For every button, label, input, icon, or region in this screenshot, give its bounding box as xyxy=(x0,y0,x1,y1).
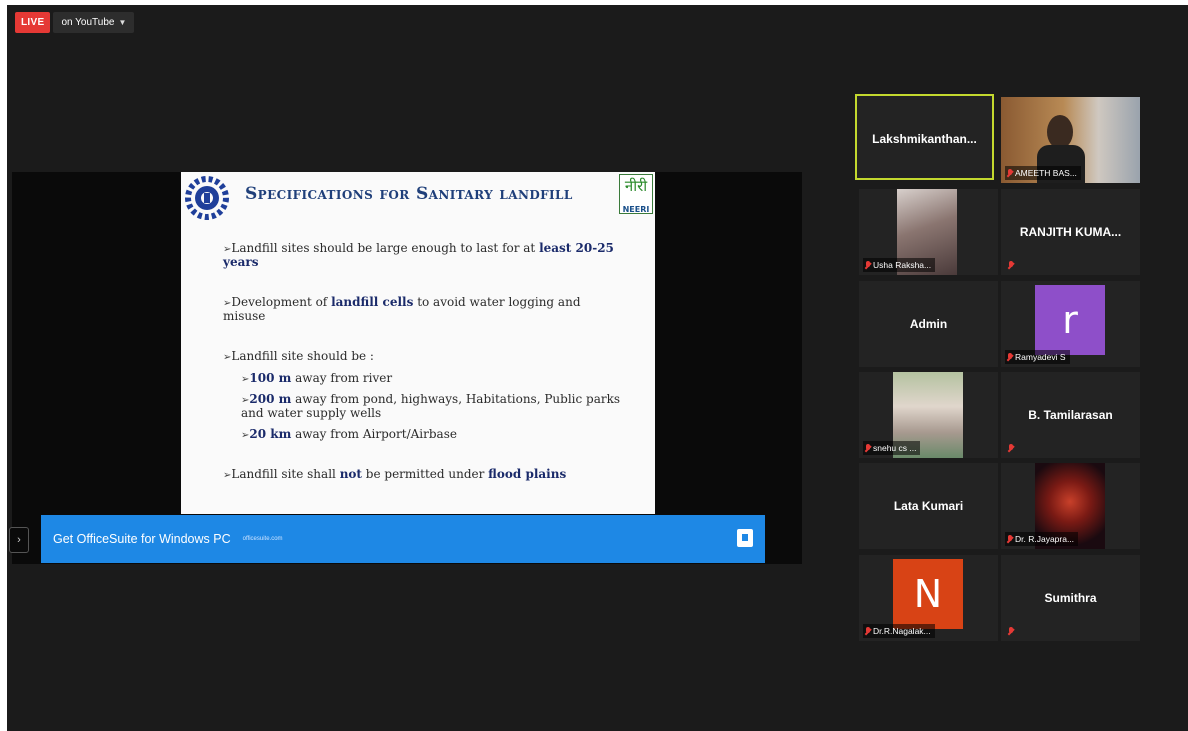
slide-bullet: ➢Development of landfill cells to avoid … xyxy=(223,295,581,323)
slide-header: Specifications for Sanitary landfill नीर… xyxy=(181,172,655,220)
neeri-logo-hindi: नीरी xyxy=(624,177,648,195)
participant-tile[interactable]: AMEETH BAS... xyxy=(1001,97,1140,183)
participant-label: Ramyadevi S xyxy=(1005,350,1070,364)
participant-name: RANJITH KUMA... xyxy=(1019,225,1122,239)
live-destination-label: on YouTube xyxy=(61,17,115,28)
participant-name: AMEETH BAS... xyxy=(1015,168,1077,178)
presentation-slide: Specifications for Sanitary landfill नीर… xyxy=(181,172,655,514)
participant-label: Usha Raksha... xyxy=(863,258,936,272)
download-icon[interactable] xyxy=(737,529,753,547)
slide-bullet: ➢Landfill site shall not be permitted un… xyxy=(223,467,567,482)
participant-tile[interactable]: Dr. R.Jayapra... xyxy=(1001,463,1140,549)
muted-mic-icon xyxy=(1008,627,1014,636)
participant-label: Dr. R.Jayapra... xyxy=(1005,532,1079,546)
participant-tile[interactable]: RANJITH KUMA... xyxy=(1001,189,1140,275)
participant-name: Sumithra xyxy=(1044,591,1097,605)
participant-tile[interactable]: snehu cs ... xyxy=(859,372,998,458)
ad-banner[interactable]: Get OfficeSuite for Windows PC officesui… xyxy=(41,515,765,563)
live-destination-dropdown[interactable]: on YouTube ▼ xyxy=(53,12,135,33)
participant-tile[interactable]: r Ramyadevi S xyxy=(1001,281,1140,367)
slide-bullet: ➢Landfill site should be : xyxy=(223,349,374,364)
participant-label: snehu cs ... xyxy=(863,441,921,455)
participant-tile[interactable]: B. Tamilarasan xyxy=(1001,372,1140,458)
participant-name: Lakshmikanthan... xyxy=(872,132,977,146)
participant-tile[interactable]: Admin xyxy=(859,281,998,367)
ad-domain: officesuite.com xyxy=(242,536,283,542)
live-badge: LIVE xyxy=(15,12,51,33)
participant-name: snehu cs ... xyxy=(873,443,917,453)
muted-mic-icon xyxy=(1008,444,1014,453)
muted-mic-icon xyxy=(1007,534,1013,544)
csir-emblem-icon xyxy=(185,176,229,220)
participant-tile[interactable]: Lakshmikanthan... xyxy=(855,94,994,180)
caret-down-icon: ▼ xyxy=(118,18,127,27)
muted-mic-icon xyxy=(1008,261,1014,270)
participant-label: Dr.R.Nagalak... xyxy=(863,624,935,638)
chevron-right-icon[interactable]: › xyxy=(9,527,29,553)
slide-sub-bullet: ➢200 m away from pond, highways, Habitat… xyxy=(241,392,621,420)
participant-tile[interactable]: Sumithra xyxy=(1001,555,1140,641)
slide-sub-bullet: ➢100 m away from river xyxy=(241,371,393,386)
neeri-logo: नीरी NEERI xyxy=(619,174,653,214)
slide-bullet: ➢Landfill sites should be large enough t… xyxy=(223,241,614,269)
person-silhouette xyxy=(1047,115,1073,149)
participant-name: Lata Kumari xyxy=(893,499,964,513)
participant-label: AMEETH BAS... xyxy=(1005,166,1081,180)
participant-name: Usha Raksha... xyxy=(873,260,932,270)
muted-mic-icon xyxy=(865,626,871,636)
ad-text: Get OfficeSuite for Windows PC xyxy=(53,532,231,546)
participant-name: Admin xyxy=(909,317,948,331)
participant-tile[interactable]: Usha Raksha... xyxy=(859,189,998,275)
live-stream-bar: LIVE on YouTube ▼ xyxy=(15,12,135,33)
participant-name: Dr.R.Nagalak... xyxy=(873,626,931,636)
meeting-window: LIVE on YouTube ▼ Specifications for San… xyxy=(7,5,1188,731)
avatar: r xyxy=(1035,285,1105,355)
muted-mic-icon xyxy=(865,443,871,453)
participant-name: B. Tamilarasan xyxy=(1028,408,1113,422)
neeri-logo-text: NEERI xyxy=(622,205,650,214)
slide-sub-bullet: ➢20 km away from Airport/Airbase xyxy=(241,427,457,442)
avatar: N xyxy=(893,559,963,629)
participant-name: Dr. R.Jayapra... xyxy=(1015,534,1075,544)
muted-mic-icon xyxy=(865,260,871,270)
muted-mic-icon xyxy=(1007,352,1013,362)
participant-name: Ramyadevi S xyxy=(1015,352,1066,362)
participant-tile[interactable]: N Dr.R.Nagalak... xyxy=(859,555,998,641)
participant-tile[interactable]: Lata Kumari xyxy=(859,463,998,549)
slide-title: Specifications for Sanitary landfill xyxy=(245,184,573,204)
muted-mic-icon xyxy=(1007,168,1013,178)
shared-screen: Specifications for Sanitary landfill नीर… xyxy=(9,172,802,564)
